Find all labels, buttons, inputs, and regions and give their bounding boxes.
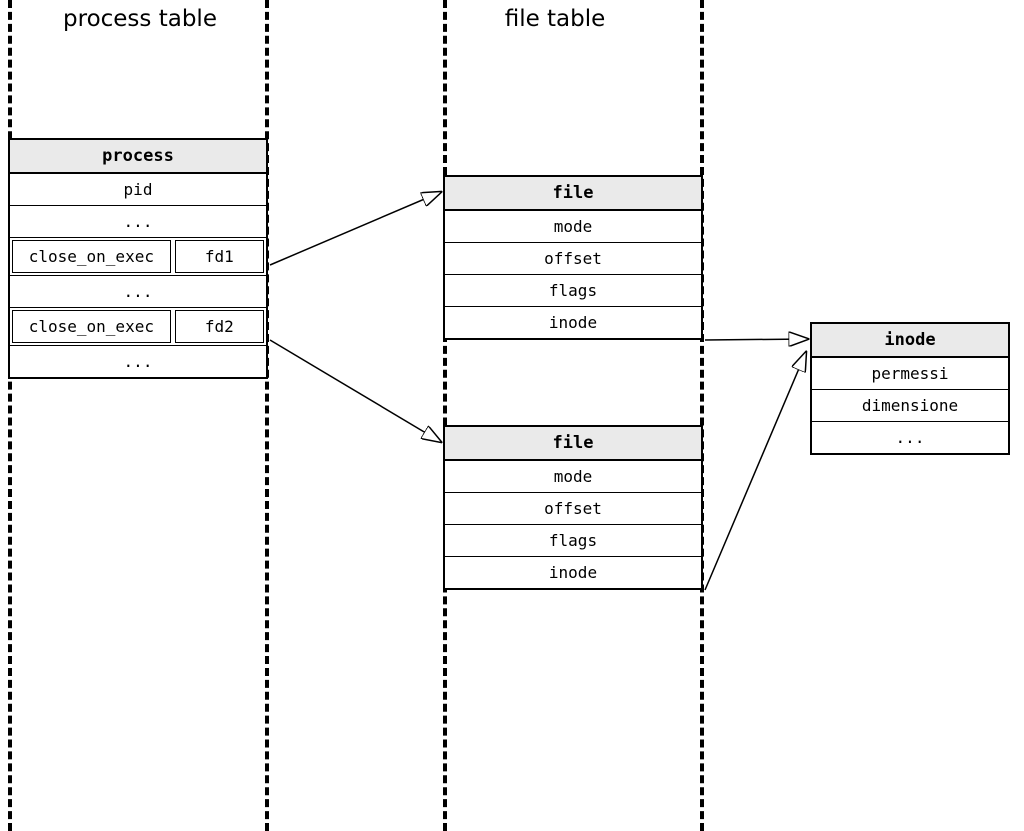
arrow-fd2-to-file2 bbox=[270, 340, 441, 442]
process-row-fd2: close_on_exec fd2 bbox=[10, 308, 266, 346]
dashed-line bbox=[443, 0, 447, 831]
close-on-exec-cell: close_on_exec bbox=[12, 240, 171, 273]
dashed-line bbox=[265, 0, 269, 831]
inode-row-dots: ... bbox=[812, 422, 1008, 453]
inode-header: inode bbox=[812, 324, 1008, 358]
file-row-inode: inode bbox=[445, 557, 701, 588]
file-header: file bbox=[445, 177, 701, 211]
file-row-inode: inode bbox=[445, 307, 701, 338]
dashed-line bbox=[8, 0, 12, 831]
process-row-dots: ... bbox=[10, 206, 266, 238]
arrow-fd1-to-file1 bbox=[270, 192, 441, 265]
file-box-2: file mode offset flags inode bbox=[443, 425, 703, 590]
fd1-cell: fd1 bbox=[175, 240, 264, 273]
close-on-exec-cell: close_on_exec bbox=[12, 310, 171, 343]
file-row-mode: mode bbox=[445, 461, 701, 493]
arrow-file2-to-inode bbox=[705, 352, 806, 590]
file-row-flags: flags bbox=[445, 275, 701, 307]
process-box: process pid ... close_on_exec fd1 ... cl… bbox=[8, 138, 268, 379]
arrow-file1-to-inode bbox=[705, 339, 808, 340]
file-box-1: file mode offset flags inode bbox=[443, 175, 703, 340]
section-title-file: file table bbox=[490, 6, 620, 32]
inode-row-perms: permessi bbox=[812, 358, 1008, 390]
file-row-offset: offset bbox=[445, 493, 701, 525]
file-row-flags: flags bbox=[445, 525, 701, 557]
file-row-mode: mode bbox=[445, 211, 701, 243]
process-header: process bbox=[10, 140, 266, 174]
section-title-process: process table bbox=[50, 6, 230, 32]
process-row-fd1: close_on_exec fd1 bbox=[10, 238, 266, 276]
dashed-line bbox=[700, 0, 704, 831]
inode-row-size: dimensione bbox=[812, 390, 1008, 422]
file-header: file bbox=[445, 427, 701, 461]
process-row-dots: ... bbox=[10, 346, 266, 377]
fd2-cell: fd2 bbox=[175, 310, 264, 343]
process-row-pid: pid bbox=[10, 174, 266, 206]
file-row-offset: offset bbox=[445, 243, 701, 275]
process-row-dots: ... bbox=[10, 276, 266, 308]
inode-box: inode permessi dimensione ... bbox=[810, 322, 1010, 455]
